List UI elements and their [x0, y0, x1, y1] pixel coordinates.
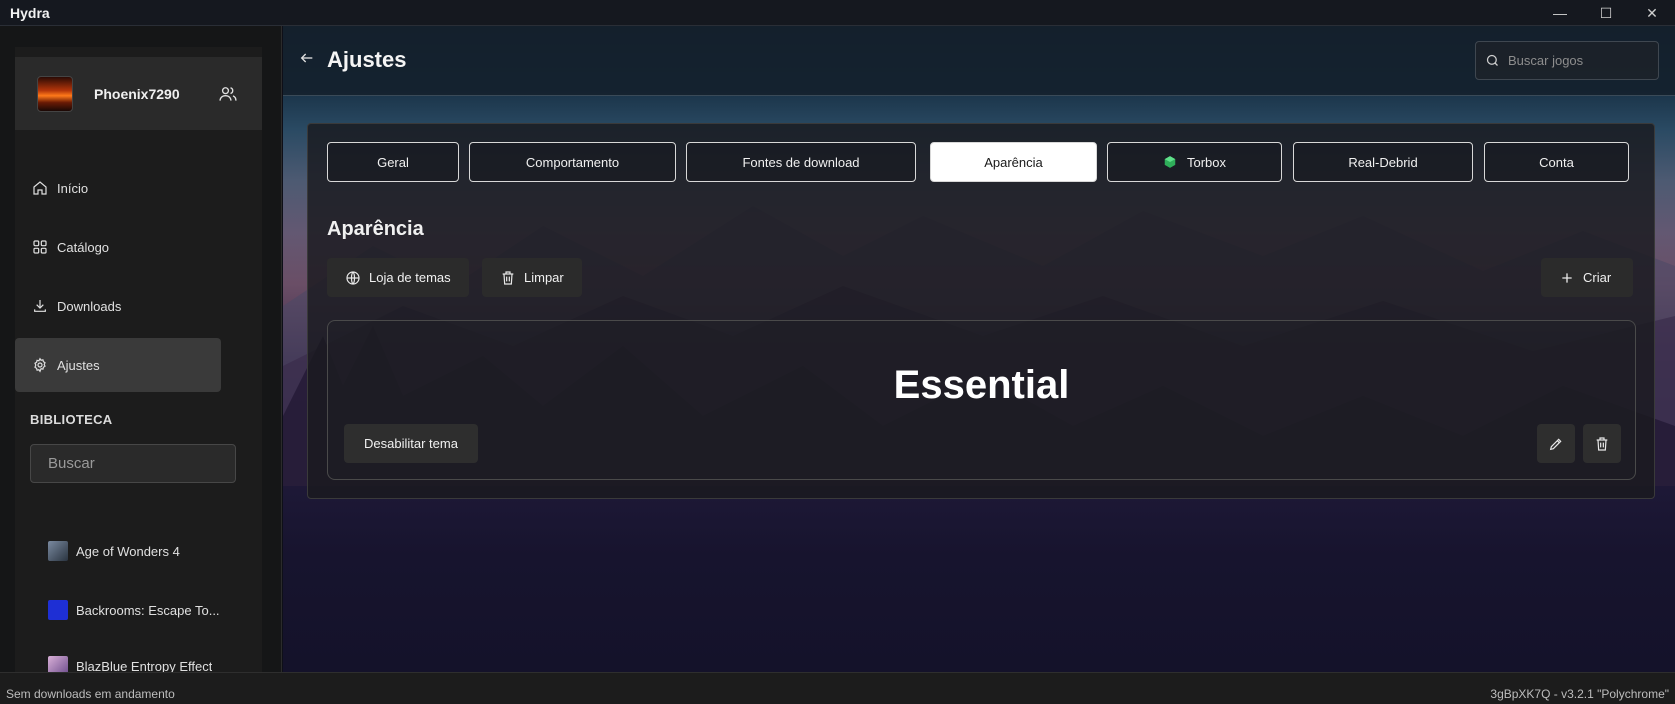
- trash-icon: [1596, 436, 1608, 451]
- create-theme-button[interactable]: Criar: [1541, 258, 1633, 297]
- pencil-icon: [1549, 437, 1562, 450]
- library-search-input[interactable]: Buscar: [30, 444, 236, 483]
- theme-store-label: Loja de temas: [369, 270, 451, 285]
- theme-store-button[interactable]: Loja de temas: [327, 258, 469, 297]
- edit-theme-button[interactable]: [1537, 424, 1575, 463]
- main-content: Ajustes Buscar jogos Geral Comportamento…: [283, 26, 1675, 672]
- tab-aparencia[interactable]: Aparência: [930, 142, 1097, 182]
- clear-button[interactable]: Limpar: [482, 258, 582, 297]
- page-title: Ajustes: [327, 47, 407, 72]
- minimize-button[interactable]: —: [1537, 0, 1583, 26]
- sidebar: Phoenix7290 Início Catálogo Downloads Aj…: [0, 26, 282, 672]
- maximize-button[interactable]: ☐: [1583, 0, 1629, 26]
- tab-conta[interactable]: Conta: [1484, 142, 1629, 182]
- sidebar-item-ajustes[interactable]: Ajustes: [15, 338, 221, 392]
- clear-label: Limpar: [524, 270, 564, 285]
- game-icon: [48, 600, 68, 620]
- grid-icon: [33, 240, 47, 254]
- sidebar-item-label: Downloads: [57, 298, 122, 314]
- search-icon: [1486, 54, 1498, 66]
- game-icon: [48, 656, 68, 672]
- close-button[interactable]: ✕: [1629, 0, 1675, 26]
- window-controls: — ☐ ✕: [1537, 0, 1675, 26]
- download-icon: [34, 300, 46, 312]
- theme-name: Essential: [893, 363, 1070, 407]
- sidebar-item-label: Ajustes: [57, 357, 100, 373]
- search-input[interactable]: Buscar jogos: [1475, 41, 1659, 80]
- theme-card: Essential Desabilitar tema: [327, 320, 1636, 480]
- game-title: Age of Wonders 4: [76, 543, 180, 559]
- tab-comportamento[interactable]: Comportamento: [469, 142, 676, 182]
- game-title: BlazBlue Entropy Effect: [76, 659, 213, 672]
- search-placeholder: Buscar jogos: [1508, 53, 1584, 68]
- globe-icon: [346, 270, 360, 285]
- version-label: 3gBpXK7Q - v3.2.1 "Polychrome": [1490, 687, 1669, 701]
- sidebar-nav: Início Catálogo Downloads Ajustes: [15, 161, 221, 397]
- tab-fontes-de-download[interactable]: Fontes de download: [686, 142, 916, 182]
- trash-icon: [502, 270, 514, 285]
- section-title: Aparência: [327, 218, 424, 240]
- download-status: Sem downloads em andamento: [6, 687, 175, 701]
- sidebar-item-downloads[interactable]: Downloads: [15, 279, 221, 333]
- disable-theme-button[interactable]: Desabilitar tema: [344, 424, 478, 463]
- gear-icon: [34, 357, 46, 373]
- status-bar: Sem downloads em andamento 3gBpXK7Q - v3…: [0, 672, 1675, 704]
- sidebar-item-catalogo[interactable]: Catálogo: [15, 220, 221, 274]
- tab-torbox[interactable]: Torbox: [1107, 142, 1282, 182]
- avatar[interactable]: [37, 75, 73, 112]
- page-header: Ajustes Buscar jogos: [283, 26, 1675, 96]
- library-game-item[interactable]: Age of Wonders 4: [48, 541, 180, 561]
- library-title: BIBLIOTECA: [30, 412, 113, 427]
- torbox-logo-icon: [1164, 156, 1176, 168]
- tab-torbox-label: Torbox: [1186, 154, 1227, 170]
- tab-geral[interactable]: Geral: [327, 142, 459, 182]
- title-bar: Hydra — ☐ ✕: [0, 0, 1675, 26]
- create-label: Criar: [1583, 270, 1612, 285]
- profile-card[interactable]: Phoenix7290: [15, 57, 262, 130]
- profile-name[interactable]: Phoenix7290: [94, 86, 180, 102]
- library-game-item[interactable]: BlazBlue Entropy Effect: [48, 656, 212, 672]
- friends-icon[interactable]: [218, 84, 238, 104]
- app-title: Hydra: [10, 4, 50, 21]
- library-game-item[interactable]: Backrooms: Escape To...: [48, 600, 220, 620]
- plus-icon: [1562, 272, 1572, 283]
- delete-theme-button[interactable]: [1583, 424, 1621, 463]
- game-icon: [48, 541, 68, 561]
- settings-panel: Geral Comportamento Fontes de download A…: [307, 123, 1655, 499]
- tab-real-debrid[interactable]: Real-Debrid: [1293, 142, 1473, 182]
- game-title: Backrooms: Escape To...: [76, 602, 220, 618]
- sidebar-item-label: Início: [57, 180, 89, 196]
- sidebar-item-label: Catálogo: [57, 239, 110, 255]
- back-arrow-icon[interactable]: [299, 50, 315, 66]
- home-icon: [33, 181, 47, 195]
- sidebar-item-inicio[interactable]: Início: [15, 161, 221, 215]
